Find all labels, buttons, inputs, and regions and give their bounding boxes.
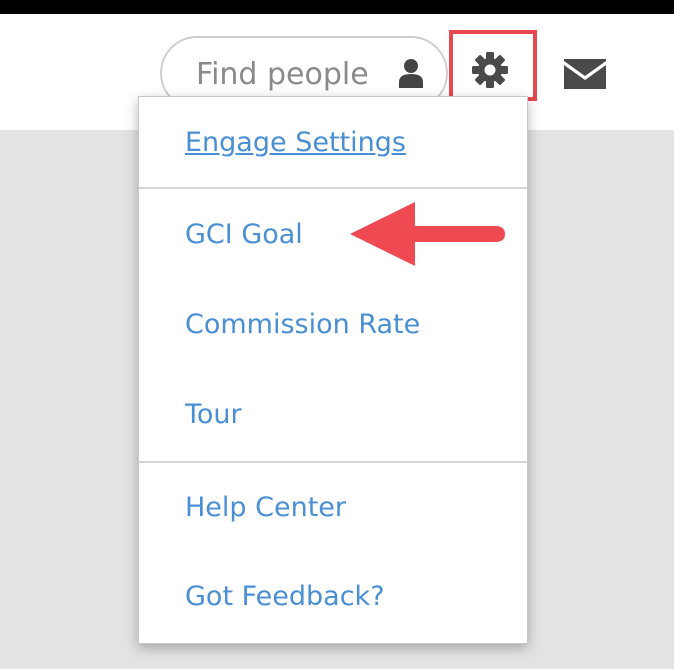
arrow-left-icon (350, 202, 505, 266)
top-bar (0, 0, 674, 14)
person-icon (399, 59, 423, 88)
menu-item-help-center[interactable]: Help Center (185, 492, 346, 523)
menu-item-got-feedback[interactable]: Got Feedback? (185, 581, 385, 612)
menu-divider (139, 187, 527, 189)
menu-divider (139, 461, 527, 463)
search-input[interactable] (196, 52, 392, 96)
gear-icon[interactable] (470, 50, 510, 90)
menu-item-tour[interactable]: Tour (185, 399, 242, 430)
settings-dropdown-menu: Engage Settings GCI Goal Commission Rate… (138, 96, 528, 644)
menu-item-engage-settings[interactable]: Engage Settings (185, 127, 406, 158)
menu-item-gci-goal[interactable]: GCI Goal (185, 219, 303, 250)
menu-item-commission-rate[interactable]: Commission Rate (185, 309, 420, 340)
envelope-icon[interactable] (562, 57, 608, 91)
